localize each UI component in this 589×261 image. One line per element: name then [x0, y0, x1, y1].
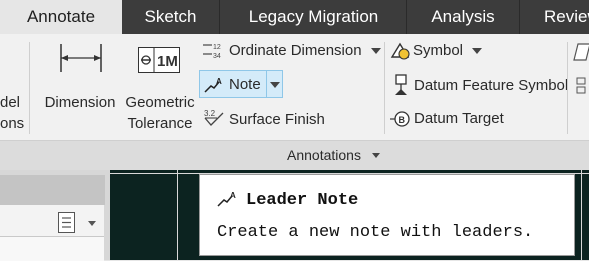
svg-text:12: 12: [213, 44, 221, 51]
dimension-label: Dimension: [44, 94, 116, 111]
tooltip-title: Leader Note: [246, 191, 359, 210]
svg-text:B: B: [399, 115, 406, 125]
chevron-down-icon[interactable]: [472, 48, 482, 54]
svg-text:1M: 1M: [157, 53, 178, 70]
datum-target-icon: B: [390, 111, 410, 127]
symbol-icon: [390, 42, 410, 60]
svg-text:A: A: [216, 77, 222, 86]
datum-target-label: Datum Target: [414, 110, 504, 127]
geometric-tolerance-label-2: Tolerance: [127, 115, 193, 132]
chevron-down-icon[interactable]: [371, 48, 381, 54]
note-tooltip: A Leader Note Create a new note with lea…: [199, 174, 575, 256]
datum-feature-symbol-button[interactable]: Datum Feature Symbol: [388, 74, 573, 98]
partial-left-label-2[interactable]: ons: [0, 115, 24, 132]
datum-feature-symbol-label: Datum Feature Symbol: [414, 77, 569, 94]
group-label-bar: Annotations: [0, 140, 589, 170]
partial-left-label-1[interactable]: del: [0, 94, 20, 111]
geometric-tolerance-icon: 1M: [138, 47, 180, 73]
annotations-group-label[interactable]: Annotations: [287, 147, 361, 163]
group-separator: [567, 42, 568, 134]
tab-legacy-migration[interactable]: Legacy Migration: [220, 0, 407, 34]
tab-sketch[interactable]: Sketch: [122, 0, 219, 34]
partial-right-icon-2[interactable]: [576, 77, 589, 95]
list-view-icon[interactable]: [58, 212, 76, 234]
note-label: Note: [229, 76, 261, 93]
chevron-down-icon[interactable]: [88, 221, 96, 226]
symbol-label: Symbol: [413, 42, 464, 59]
geometric-tolerance-label-1: Geometric: [125, 94, 195, 111]
surface-finish-button[interactable]: 3.2 Surface Finish: [201, 108, 331, 130]
sketch-line: [177, 170, 178, 260]
browser-panel-list: [0, 236, 104, 261]
svg-text:3.2: 3.2: [204, 109, 216, 118]
group-separator: [29, 42, 30, 134]
ordinate-dimension-label: Ordinate Dimension: [229, 42, 362, 59]
surface-finish-label: Surface Finish: [229, 111, 325, 128]
tab-review[interactable]: Review: [520, 0, 589, 34]
tooltip-description: Create a new note with leaders.: [217, 223, 534, 242]
chevron-down-icon[interactable]: [270, 82, 280, 88]
tab-annotate[interactable]: Annotate: [0, 0, 122, 34]
dimension-button[interactable]: Dimension: [40, 40, 120, 114]
dimension-icon: [60, 44, 102, 72]
svg-text:A: A: [230, 191, 236, 200]
ordinate-dimension-icon: 12 34: [203, 44, 221, 60]
note-split-divider: [266, 70, 267, 98]
geometric-tolerance-button[interactable]: 1M Geometric Tolerance: [122, 40, 198, 134]
group-separator: [384, 42, 385, 134]
datum-feature-symbol-icon: [395, 74, 407, 95]
sketch-line: [581, 170, 582, 260]
datum-target-button[interactable]: B Datum Target: [388, 108, 518, 130]
note-icon: A: [217, 191, 236, 207]
ordinate-dimension-button[interactable]: 12 34 Ordinate Dimension: [201, 40, 381, 62]
tab-analysis[interactable]: Analysis: [407, 0, 519, 34]
symbol-button[interactable]: Symbol: [388, 40, 488, 62]
ribbon-tab-bar: Annotate Sketch Legacy Migration Analysi…: [0, 0, 589, 34]
partial-right-icon[interactable]: [573, 42, 589, 62]
browser-panel-header: [0, 175, 105, 205]
svg-text:34: 34: [213, 53, 221, 60]
surface-finish-icon: 3.2: [204, 109, 224, 126]
note-icon: A: [204, 77, 222, 93]
chevron-down-icon[interactable]: [372, 153, 380, 158]
